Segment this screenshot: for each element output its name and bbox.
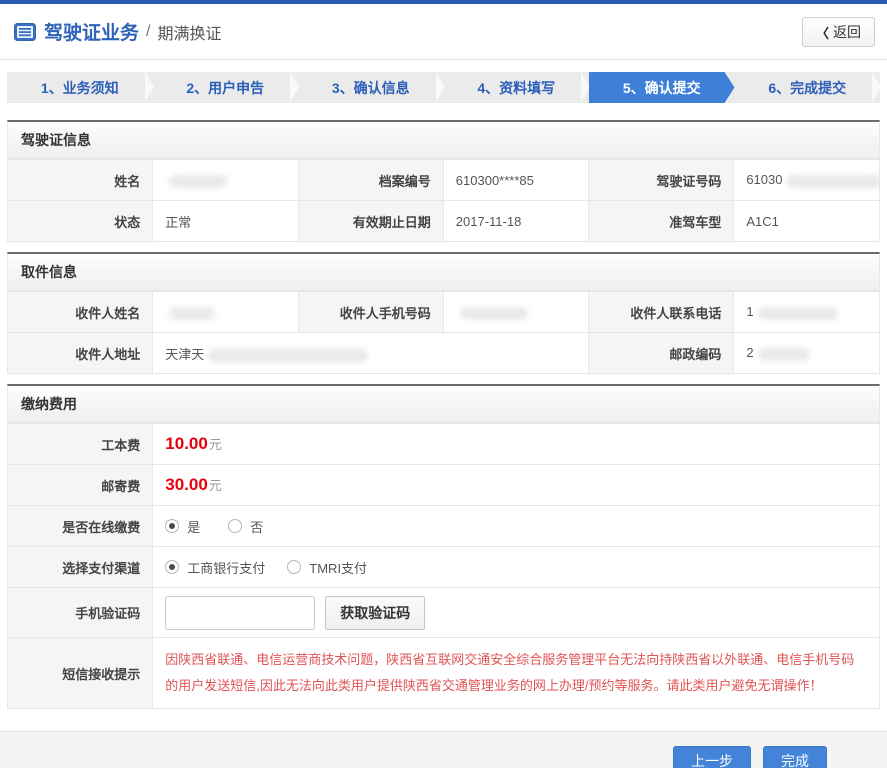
sms-notice-label: 短信接收提示 xyxy=(6,637,154,709)
get-sms-code-button[interactable]: 获取验证码 xyxy=(325,595,426,630)
table-row: 姓名 档案编号 610300****85 驾驶证号码 61030 xyxy=(6,159,880,201)
table-row: 收件人姓名 收件人手机号码 收件人联系电话 1 xyxy=(6,291,880,333)
step-5-confirm-submit[interactable]: 5、确认提交 xyxy=(589,72,735,103)
page-title: 驾驶证业务 xyxy=(44,23,140,44)
sms-notice-cell: 因陕西省联通、电信运营商技术问题，陕西省互联网交通安全综合服务管理平台无法向持陕… xyxy=(152,637,880,709)
radio-option-tmri[interactable]: TMRI支付 xyxy=(287,558,367,577)
table-row: 选择支付渠道 工商银行支付 TMRI支付 xyxy=(6,546,880,588)
previous-step-button[interactable]: 上一步 xyxy=(673,746,751,768)
page-header: 驾驶证业务 / 期满换证 〈 返回 xyxy=(0,4,887,60)
online-pay-label: 是否在线缴费 xyxy=(6,505,154,547)
redacted-value xyxy=(208,348,369,362)
radio-option-yes[interactable]: 是 xyxy=(165,517,200,536)
finish-button[interactable]: 完成 xyxy=(763,746,827,768)
expiry-date-label: 有效期止日期 xyxy=(297,200,444,242)
sms-code-label: 手机验证码 xyxy=(6,587,154,638)
fee-unit: 元 xyxy=(208,437,222,452)
redacted-value xyxy=(459,306,528,320)
table-row: 收件人地址 天津天 邮政编码 2 xyxy=(6,332,880,374)
redacted-value xyxy=(169,306,216,320)
breadcrumb-separator: / xyxy=(146,22,151,40)
recipient-name-value xyxy=(152,291,299,333)
license-no-value: 61030 xyxy=(733,159,880,201)
chevron-left-icon: 〈 xyxy=(815,25,829,41)
payment-section: 缴纳费用 工本费 10.00元 邮寄费 30.00元 是否在线缴费 是 否 选择… xyxy=(6,384,880,709)
recipient-address-label: 收件人地址 xyxy=(6,332,154,374)
step-3-confirm-info[interactable]: 3、确认信息 xyxy=(298,72,444,103)
table-row: 邮寄费 30.00元 xyxy=(6,464,880,506)
pay-channel-options: 工商银行支付 TMRI支付 xyxy=(152,546,880,588)
payment-section-title: 缴纳费用 xyxy=(7,384,880,423)
table-row: 是否在线缴费 是 否 xyxy=(6,505,880,547)
document-list-icon xyxy=(14,22,36,41)
postcode-label: 邮政编码 xyxy=(588,332,735,374)
status-value: 正常 xyxy=(152,200,299,242)
license-info-section: 驾驶证信息 姓名 档案编号 610300****85 驾驶证号码 61030 状… xyxy=(6,120,880,242)
wizard-steps: 1、业务须知 2、用户申告 3、确认信息 4、资料填写 5、确认提交 6、完成提… xyxy=(7,72,881,103)
step-2-user-declaration[interactable]: 2、用户申告 xyxy=(153,72,299,103)
license-info-table: 姓名 档案编号 610300****85 驾驶证号码 61030 状态 正常 有… xyxy=(6,159,880,242)
archive-no-value: 610300****85 xyxy=(442,159,590,201)
back-button-label: 返回 xyxy=(833,24,861,40)
redacted-value xyxy=(786,174,879,188)
name-value xyxy=(152,159,299,201)
pickup-info-section: 取件信息 收件人姓名 收件人手机号码 收件人联系电话 1 收件人地址 天津天 邮… xyxy=(6,252,880,374)
main-content: 驾驶证信息 姓名 档案编号 610300****85 驾驶证号码 61030 状… xyxy=(0,120,887,709)
payment-table: 工本费 10.00元 邮寄费 30.00元 是否在线缴费 是 否 选择支付渠道 … xyxy=(6,423,880,709)
vehicle-class-label: 准驾车型 xyxy=(588,200,735,242)
fee-unit: 元 xyxy=(208,478,222,493)
card-fee-value: 10.00元 xyxy=(152,423,880,465)
recipient-address-value: 天津天 xyxy=(152,332,590,374)
postage-fee-amount: 30.00 xyxy=(165,475,208,494)
radio-label-yes[interactable]: 是 xyxy=(187,517,200,536)
recipient-phone-label: 收件人联系电话 xyxy=(588,291,735,333)
status-label: 状态 xyxy=(6,200,154,242)
radio-label-icbc[interactable]: 工商银行支付 xyxy=(187,558,265,577)
radio-label-tmri[interactable]: TMRI支付 xyxy=(309,558,367,577)
sms-code-cell: 获取验证码 xyxy=(152,587,880,638)
license-no-label: 驾驶证号码 xyxy=(588,159,735,201)
license-section-title: 驾驶证信息 xyxy=(7,120,880,159)
name-label: 姓名 xyxy=(6,159,154,201)
footer-action-bar: 上一步 完成 xyxy=(0,731,887,768)
postcode-value: 2 xyxy=(733,332,880,374)
pay-channel-label: 选择支付渠道 xyxy=(6,546,154,588)
postage-fee-label: 邮寄费 xyxy=(6,464,154,506)
radio-label-no[interactable]: 否 xyxy=(250,517,263,536)
redacted-value xyxy=(757,347,810,361)
recipient-name-label: 收件人姓名 xyxy=(6,291,154,333)
radio-checked-icon[interactable] xyxy=(165,560,180,574)
online-pay-options: 是 否 xyxy=(152,505,880,547)
card-fee-amount: 10.00 xyxy=(165,434,208,453)
table-row: 手机验证码 获取验证码 xyxy=(6,587,880,638)
step-1-business-notice[interactable]: 1、业务须知 xyxy=(7,72,153,103)
table-row: 状态 正常 有效期止日期 2017-11-18 准驾车型 A1C1 xyxy=(6,200,880,242)
radio-option-icbc[interactable]: 工商银行支付 xyxy=(165,558,265,577)
redacted-value xyxy=(169,174,228,188)
sms-notice-text: 因陕西省联通、电信运营商技术问题，陕西省互联网交通安全综合服务管理平台无法向持陕… xyxy=(165,652,855,693)
expiry-date-value: 2017-11-18 xyxy=(442,200,590,242)
radio-unchecked-icon[interactable] xyxy=(228,519,243,533)
recipient-mobile-value xyxy=(442,291,590,333)
radio-checked-icon[interactable] xyxy=(165,519,180,533)
table-row: 短信接收提示 因陕西省联通、电信运营商技术问题，陕西省互联网交通安全综合服务管理… xyxy=(6,637,880,709)
step-4-fill-data[interactable]: 4、资料填写 xyxy=(444,72,590,103)
pickup-info-table: 收件人姓名 收件人手机号码 收件人联系电话 1 收件人地址 天津天 邮政编码 2 xyxy=(6,291,880,374)
sms-code-input[interactable] xyxy=(165,595,316,630)
pickup-section-title: 取件信息 xyxy=(7,252,880,291)
table-row: 工本费 10.00元 xyxy=(6,423,880,465)
redacted-value xyxy=(757,306,838,320)
archive-no-label: 档案编号 xyxy=(297,159,444,201)
back-button[interactable]: 〈 返回 xyxy=(801,17,875,47)
vehicle-class-value: A1C1 xyxy=(733,200,880,242)
step-6-complete-submit[interactable]: 6、完成提交 xyxy=(735,72,881,103)
postage-fee-value: 30.00元 xyxy=(152,464,880,506)
recipient-phone-value: 1 xyxy=(733,291,880,333)
radio-unchecked-icon[interactable] xyxy=(287,560,302,574)
radio-option-no[interactable]: 否 xyxy=(228,517,263,536)
card-fee-label: 工本费 xyxy=(6,423,154,465)
recipient-mobile-label: 收件人手机号码 xyxy=(297,291,444,333)
breadcrumb-current: 期满换证 xyxy=(157,25,222,43)
